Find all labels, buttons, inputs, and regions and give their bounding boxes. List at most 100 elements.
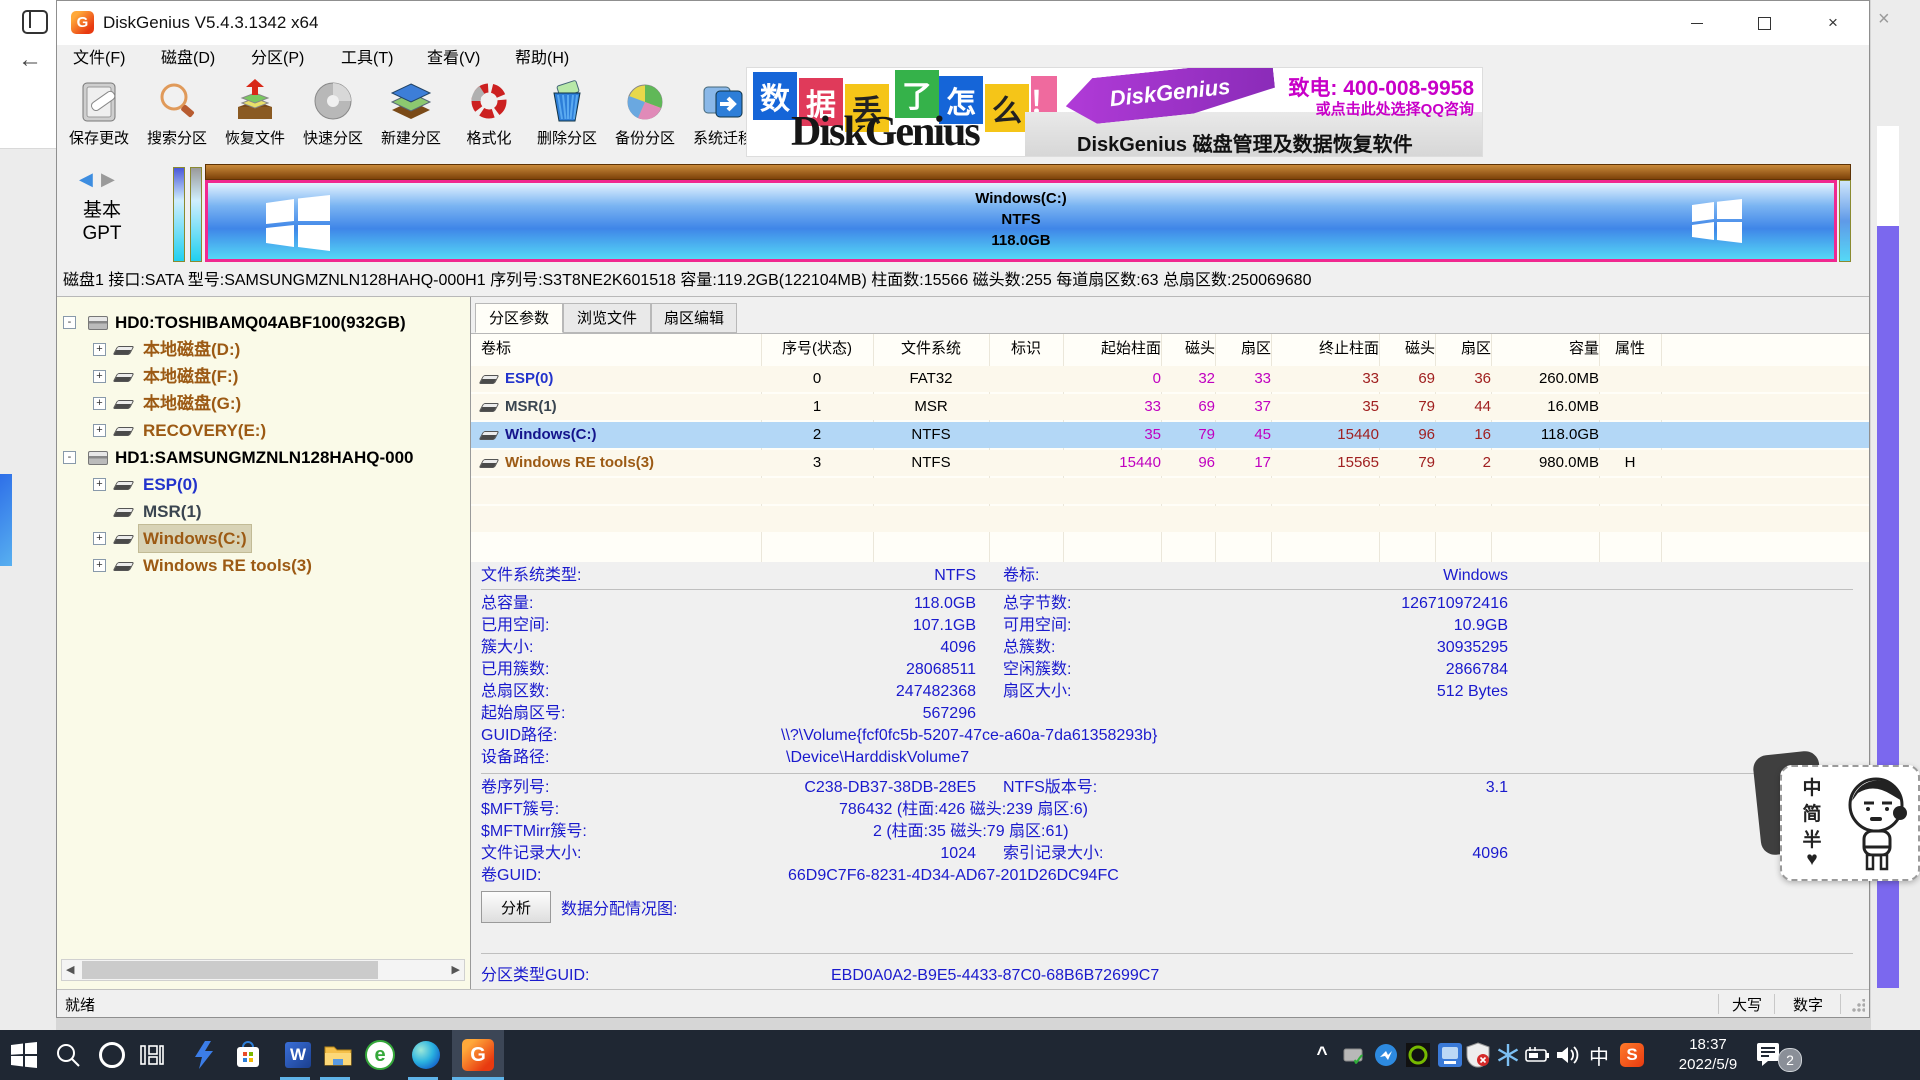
search-button[interactable] — [48, 1030, 88, 1080]
col-start-head[interactable]: 磁头 — [1161, 336, 1215, 362]
tree-item-hd0[interactable]: - HD0:TOSHIBAMQ04ABF100(932GB) — [57, 309, 469, 336]
tree-item-local-g[interactable]: + 本地磁盘(G:) — [57, 390, 469, 417]
col-end-cyl[interactable]: 终止柱面 — [1271, 336, 1379, 362]
collapse-icon[interactable]: - — [63, 316, 76, 329]
snowflake-icon[interactable] — [1492, 1030, 1524, 1080]
flash-app-icon[interactable] — [184, 1030, 224, 1080]
word-icon[interactable]: W — [278, 1030, 318, 1080]
taskbar-clock[interactable]: 18:37 2022/5/9 — [1668, 1035, 1748, 1075]
esp-partition-strip[interactable] — [173, 167, 185, 262]
tree-item-esp[interactable]: + ESP(0) — [57, 471, 469, 498]
expand-icon[interactable]: + — [93, 370, 106, 383]
battery-icon[interactable] — [1522, 1030, 1554, 1080]
ime-char[interactable]: 中 — [1800, 773, 1824, 800]
tree-item-recovery-e[interactable]: + RECOVERY(E:) — [57, 417, 469, 444]
panel-icon[interactable] — [22, 10, 48, 34]
store-icon[interactable] — [228, 1030, 268, 1080]
task-view-button[interactable] — [132, 1030, 172, 1080]
menu-help[interactable]: 帮助(H) — [507, 48, 577, 70]
tree-horizontal-scrollbar[interactable]: ◀ ▶ — [61, 959, 465, 981]
minimize-button[interactable] — [1669, 1, 1725, 45]
col-capacity[interactable]: 容量 — [1491, 336, 1599, 362]
maximize-button[interactable] — [1736, 1, 1792, 45]
col-start-sector[interactable]: 扇区 — [1215, 336, 1271, 362]
start-button[interactable] — [4, 1030, 44, 1080]
ime-language-indicator[interactable]: 中 — [1584, 1030, 1614, 1080]
expand-icon[interactable]: + — [93, 532, 106, 545]
printer-status-icon[interactable]: ✓ — [1338, 1030, 1370, 1080]
expand-icon[interactable]: + — [93, 478, 106, 491]
edge-icon[interactable] — [406, 1030, 446, 1080]
search-partition-button[interactable]: 搜索分区 — [137, 77, 217, 157]
sogou-icon[interactable]: S — [1616, 1030, 1648, 1080]
expand-icon[interactable]: + — [93, 559, 106, 572]
col-attributes[interactable]: 属性 — [1599, 336, 1661, 362]
col-end-head[interactable]: 磁头 — [1379, 336, 1435, 362]
expand-icon[interactable]: + — [93, 397, 106, 410]
banner-ad[interactable]: 数 据 丢 了 怎 么 ！ DiskGenius DiskGenius 致电: … — [746, 67, 1483, 157]
prev-disk-arrow[interactable]: ◀ — [79, 169, 93, 190]
msr-partition-strip[interactable] — [190, 167, 202, 262]
delete-partition-button[interactable]: 删除分区 — [527, 77, 607, 157]
scroll-right-arrow[interactable]: ▶ — [452, 963, 460, 976]
tree-item-local-f[interactable]: + 本地磁盘(F:) — [57, 363, 469, 390]
messenger-icon[interactable] — [1370, 1030, 1402, 1080]
back-arrow-icon[interactable]: ← — [18, 46, 42, 74]
col-start-cyl[interactable]: 起始柱面 — [1063, 336, 1161, 362]
scroll-left-arrow[interactable]: ◀ — [66, 963, 74, 976]
background-close-icon[interactable]: × — [1878, 8, 1890, 31]
table-row-windows-c-selected[interactable]: Windows(C:) 2 NTFS 35 79 45 15440 96 16 … — [471, 422, 1869, 448]
re-tools-partition-strip[interactable] — [1839, 180, 1851, 262]
ime-char[interactable]: 简 — [1800, 799, 1824, 826]
col-volume-label[interactable]: 卷标 — [481, 336, 757, 362]
tree-item-windows-c[interactable]: + Windows(C:) — [57, 525, 469, 552]
menu-disk[interactable]: 磁盘(D) — [153, 48, 223, 70]
file-explorer-icon[interactable] — [318, 1030, 358, 1080]
ie-browser-icon[interactable]: e — [360, 1030, 400, 1080]
banner-qq-link[interactable]: 或点击此处选择QQ咨询 — [1316, 98, 1474, 119]
tree-item-msr[interactable]: MSR(1) — [57, 498, 469, 525]
analyze-button[interactable]: 分析 — [481, 891, 551, 923]
tree-item-hd1[interactable]: - HD1:SAMSUNGMZNLN128HAHQ-000 — [57, 444, 469, 471]
expand-icon[interactable]: + — [93, 343, 106, 356]
table-row-esp[interactable]: ESP(0) 0 FAT32 0 32 33 33 69 36 260.0MB — [471, 366, 1869, 392]
new-partition-button[interactable]: 新建分区 — [371, 77, 451, 157]
scrollbar-thumb[interactable] — [82, 961, 378, 979]
next-disk-arrow[interactable]: ▶ — [101, 169, 115, 190]
collapse-icon[interactable]: - — [63, 451, 76, 464]
ime-heart[interactable]: ♥ — [1800, 849, 1824, 871]
expand-icon[interactable]: + — [93, 424, 106, 437]
volume-icon[interactable] — [1552, 1030, 1584, 1080]
menu-view[interactable]: 查看(V) — [419, 48, 488, 70]
ime-status-panel[interactable]: 中 简 半 ♥ — [1780, 765, 1920, 881]
table-row-msr[interactable]: MSR(1) 1 MSR 33 69 37 35 79 44 16.0MB — [471, 394, 1869, 420]
menu-partition[interactable]: 分区(P) — [243, 48, 312, 70]
col-seq-status[interactable]: 序号(状态) — [761, 336, 873, 362]
tab-partition-params[interactable]: 分区参数 — [475, 303, 563, 333]
diskgenius-taskbar-button[interactable]: G — [452, 1030, 504, 1080]
menu-tools[interactable]: 工具(T) — [333, 48, 401, 70]
nvidia-icon[interactable] — [1402, 1030, 1434, 1080]
recover-files-button[interactable]: 恢复文件 — [215, 77, 295, 157]
cortana-button[interactable] — [92, 1030, 132, 1080]
tab-browse-files[interactable]: 浏览文件 — [563, 303, 651, 333]
defender-icon[interactable] — [1462, 1030, 1494, 1080]
format-button[interactable]: 格式化 — [449, 77, 529, 157]
col-filesystem[interactable]: 文件系统 — [873, 336, 989, 362]
table-row-windows-re[interactable]: Windows RE tools(3) 3 NTFS 15440 96 17 1… — [471, 450, 1869, 476]
menu-file[interactable]: 文件(F) — [65, 48, 133, 70]
save-changes-button[interactable]: 保存更改 — [59, 77, 139, 157]
resize-grip[interactable] — [1851, 999, 1865, 1013]
close-button[interactable]: × — [1805, 1, 1861, 45]
col-end-sector[interactable]: 扇区 — [1435, 336, 1491, 362]
tree-item-windows-re[interactable]: + Windows RE tools(3) — [57, 552, 469, 579]
ime-char[interactable]: 半 — [1800, 825, 1824, 852]
c-partition-block[interactable]: Windows(C:) NTFS 118.0GB — [205, 180, 1837, 262]
tab-sector-edit[interactable]: 扇区编辑 — [651, 303, 737, 333]
tray-expand-button[interactable]: ^ — [1306, 1030, 1338, 1080]
col-identifier[interactable]: 标识 — [989, 336, 1063, 362]
titlebar[interactable]: G DiskGenius V5.4.3.1342 x64 × — [57, 1, 1869, 45]
tree-item-local-d[interactable]: + 本地磁盘(D:) — [57, 336, 469, 363]
quick-partition-button[interactable]: 快速分区 — [293, 77, 373, 157]
backup-partition-button[interactable]: 备份分区 — [605, 77, 685, 157]
